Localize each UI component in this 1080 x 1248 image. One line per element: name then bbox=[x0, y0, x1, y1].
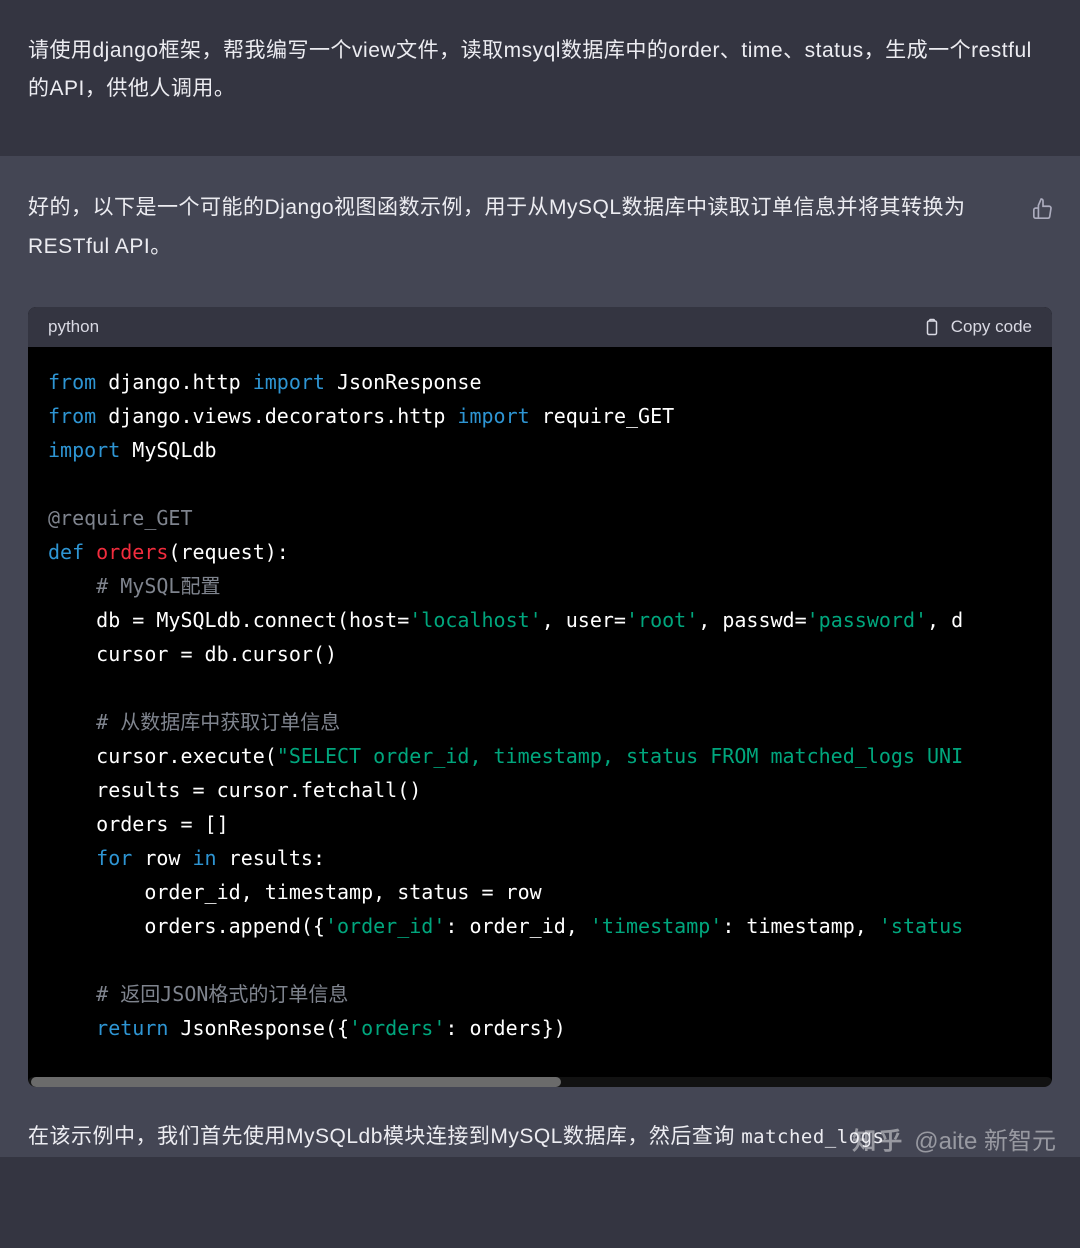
assistant-intro-text: 好的，以下是一个可能的Django视图函数示例，用于从MySQL数据库中读取订单… bbox=[28, 188, 1052, 268]
assistant-message: 好的，以下是一个可能的Django视图函数示例，用于从MySQL数据库中读取订单… bbox=[0, 156, 1080, 1108]
user-message-text: 请使用django框架，帮我编写一个view文件，读取msyql数据库中的ord… bbox=[28, 39, 1032, 100]
copy-code-button[interactable]: Copy code bbox=[923, 317, 1032, 337]
inline-code: matched_logs bbox=[741, 1126, 884, 1148]
horizontal-scrollbar-track[interactable] bbox=[28, 1077, 1052, 1087]
user-message: 请使用django框架，帮我编写一个view文件，读取msyql数据库中的ord… bbox=[0, 0, 1080, 156]
assistant-outro: 在该示例中，我们首先使用MySQLdb模块连接到MySQL数据库，然后查询 ma… bbox=[0, 1107, 1080, 1157]
horizontal-scrollbar-thumb[interactable] bbox=[31, 1077, 561, 1087]
code-content[interactable]: from django.http import JsonResponse fro… bbox=[28, 347, 1052, 1087]
code-language-label: python bbox=[48, 317, 99, 337]
thumbs-up-icon[interactable] bbox=[1032, 198, 1054, 220]
clipboard-icon bbox=[923, 317, 941, 337]
code-header: python Copy code bbox=[28, 307, 1052, 347]
code-block: python Copy code from django.http import… bbox=[28, 307, 1052, 1087]
assistant-outro-text: 在该示例中，我们首先使用MySQLdb模块连接到MySQL数据库，然后查询 bbox=[28, 1125, 741, 1148]
copy-code-label: Copy code bbox=[951, 317, 1032, 337]
